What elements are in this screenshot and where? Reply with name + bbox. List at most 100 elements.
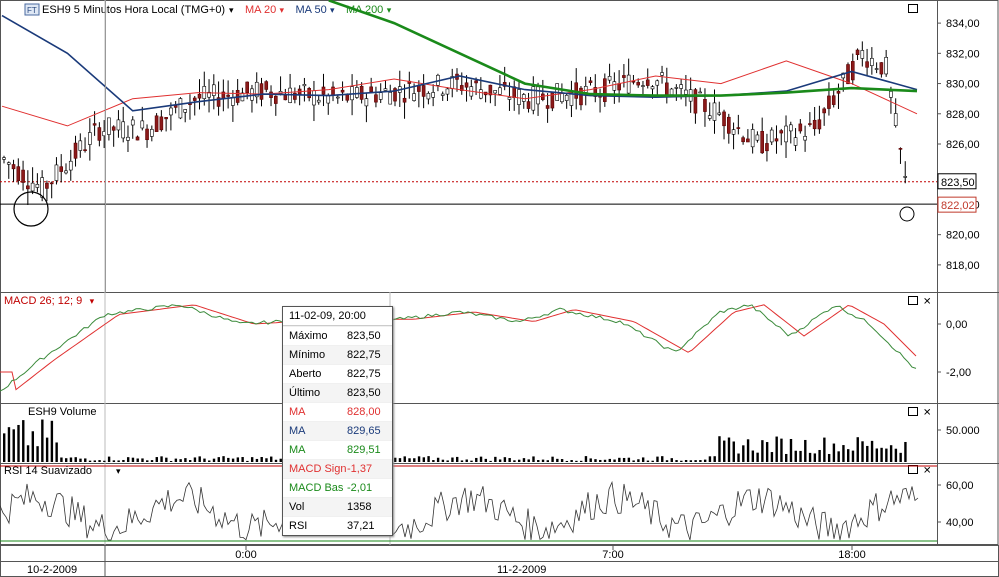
candle-body [259, 83, 264, 100]
maximize-panel-icon[interactable] [908, 296, 918, 305]
study-label-ma-20[interactable]: MA 20 [245, 4, 276, 16]
candle-body [345, 94, 350, 101]
volume-bar [260, 457, 263, 462]
volume-bar [241, 457, 244, 462]
candle-body [283, 95, 288, 101]
volume-bar [813, 453, 817, 462]
candle-body [498, 87, 502, 95]
volume-bar [513, 460, 516, 462]
volume-bar [899, 452, 902, 462]
candle-body [717, 112, 722, 115]
volume-bar [508, 458, 511, 462]
volume-bar [656, 456, 659, 462]
volume-bar [22, 420, 25, 462]
volume-bar [494, 456, 497, 462]
candle-body [822, 108, 826, 114]
last-price-tag-label: 823,50 [941, 177, 975, 189]
volume-bar [141, 458, 144, 462]
tooltip-row: Máximo 823,50 [283, 326, 392, 345]
volume-bar [255, 458, 259, 462]
maximize-panel-icon[interactable] [908, 465, 918, 474]
volume-bar [823, 437, 826, 462]
volume-bar [565, 460, 569, 462]
title-dropdown-icon[interactable]: ▾ [229, 5, 234, 15]
candle-body [40, 177, 44, 198]
candle-body [16, 166, 21, 181]
candle-body [665, 82, 669, 95]
candle-body [169, 107, 173, 116]
macd-dropdown-icon[interactable]: ▾ [90, 296, 95, 306]
tooltip-key: MA [289, 406, 306, 418]
rsi-dropdown-icon[interactable]: ▾ [116, 466, 121, 476]
study-dropdown-icon[interactable]: ▾ [280, 5, 285, 15]
close-panel-icon[interactable]: ✕ [923, 466, 931, 477]
candle-body [140, 120, 145, 129]
time-tick-label: 0:00 [235, 549, 256, 561]
candle-body [245, 81, 249, 94]
candle-body [88, 132, 92, 145]
chart-canvas[interactable]: 834,00832,00830,00828,00826,00822,00820,… [0, 0, 999, 577]
candle-body [884, 57, 888, 75]
volume-bar [727, 437, 731, 462]
candle-body [879, 62, 884, 75]
volume-bar [498, 459, 502, 462]
tooltip-value: 822,75 [347, 368, 381, 380]
volume-bar [165, 457, 168, 462]
volume-bar [250, 457, 254, 462]
candle-body [774, 138, 779, 142]
candle-body [631, 80, 636, 83]
close-panel-icon[interactable]: ✕ [923, 297, 931, 308]
volume-bar [889, 445, 893, 462]
candle-body [6, 162, 11, 165]
volume-bar [427, 456, 430, 462]
volume-bar [394, 457, 397, 462]
volume-bar [222, 456, 225, 462]
study-label-ma-50[interactable]: MA 50 [296, 4, 327, 16]
price-tick-label: 820,00 [946, 230, 980, 242]
volume-bar [637, 459, 640, 462]
volume-bar [789, 438, 793, 462]
volume-bar [88, 460, 92, 462]
close-panel-icon[interactable]: ✕ [923, 408, 931, 419]
volume-bar [460, 460, 464, 462]
tooltip-key: MA [289, 425, 306, 437]
candle-body [83, 149, 87, 152]
candle-body [679, 84, 683, 89]
study-label-ma-200[interactable]: MA 200 [346, 4, 383, 16]
macd-tick-label: -2,00 [946, 367, 971, 379]
volume-bar [93, 460, 96, 462]
candle-body [97, 127, 102, 141]
study-dropdown-icon[interactable]: ▾ [330, 5, 335, 15]
candle-body [159, 116, 164, 131]
maximize-panel-icon[interactable] [908, 4, 918, 13]
candle-body [712, 102, 717, 121]
candle-body [374, 94, 378, 103]
candle-body [183, 109, 187, 113]
volume-bar [3, 433, 6, 462]
volume-bar [193, 457, 197, 462]
volume-bar [861, 441, 864, 462]
candle-body [545, 105, 550, 109]
volume-bar [723, 440, 726, 462]
maximize-panel-icon[interactable] [908, 407, 918, 416]
volume-bar [770, 452, 774, 462]
candle-body [636, 82, 641, 86]
volume-bar [475, 457, 478, 462]
volume-bar [618, 457, 621, 462]
volume-bar [456, 456, 459, 462]
volume-bar [98, 460, 101, 462]
candle-body [45, 182, 49, 189]
candle-body [536, 86, 540, 105]
candle-body [302, 84, 307, 87]
volume-bar [641, 457, 645, 462]
rsi-tick-label: 40,00 [946, 517, 974, 529]
price-tick-label: 828,00 [946, 109, 980, 121]
candle-body [779, 130, 784, 134]
volume-bar [17, 424, 20, 462]
candle-body [135, 136, 140, 141]
candle-body [445, 88, 450, 95]
candle-body [35, 184, 40, 188]
candle-body [650, 86, 655, 90]
study-dropdown-icon[interactable]: ▾ [387, 5, 392, 15]
volume-bar [398, 458, 402, 462]
